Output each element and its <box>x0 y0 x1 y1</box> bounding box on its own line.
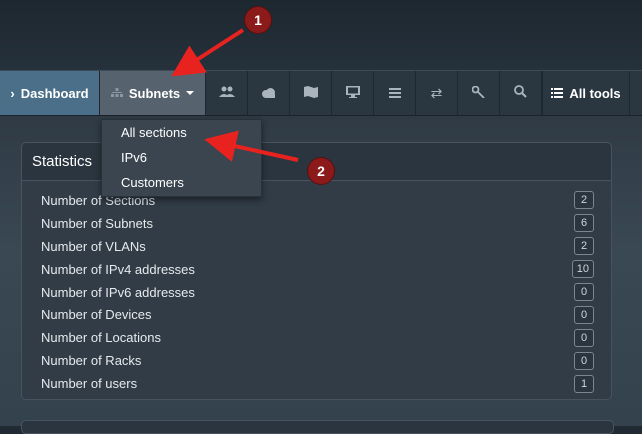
annotation-marker-2: 2 <box>308 158 334 184</box>
annotation-arrows <box>171 28 299 162</box>
arrow-2 <box>204 130 299 162</box>
annotation-marker-1: 1 <box>245 7 271 33</box>
arrow-1 <box>171 28 245 77</box>
